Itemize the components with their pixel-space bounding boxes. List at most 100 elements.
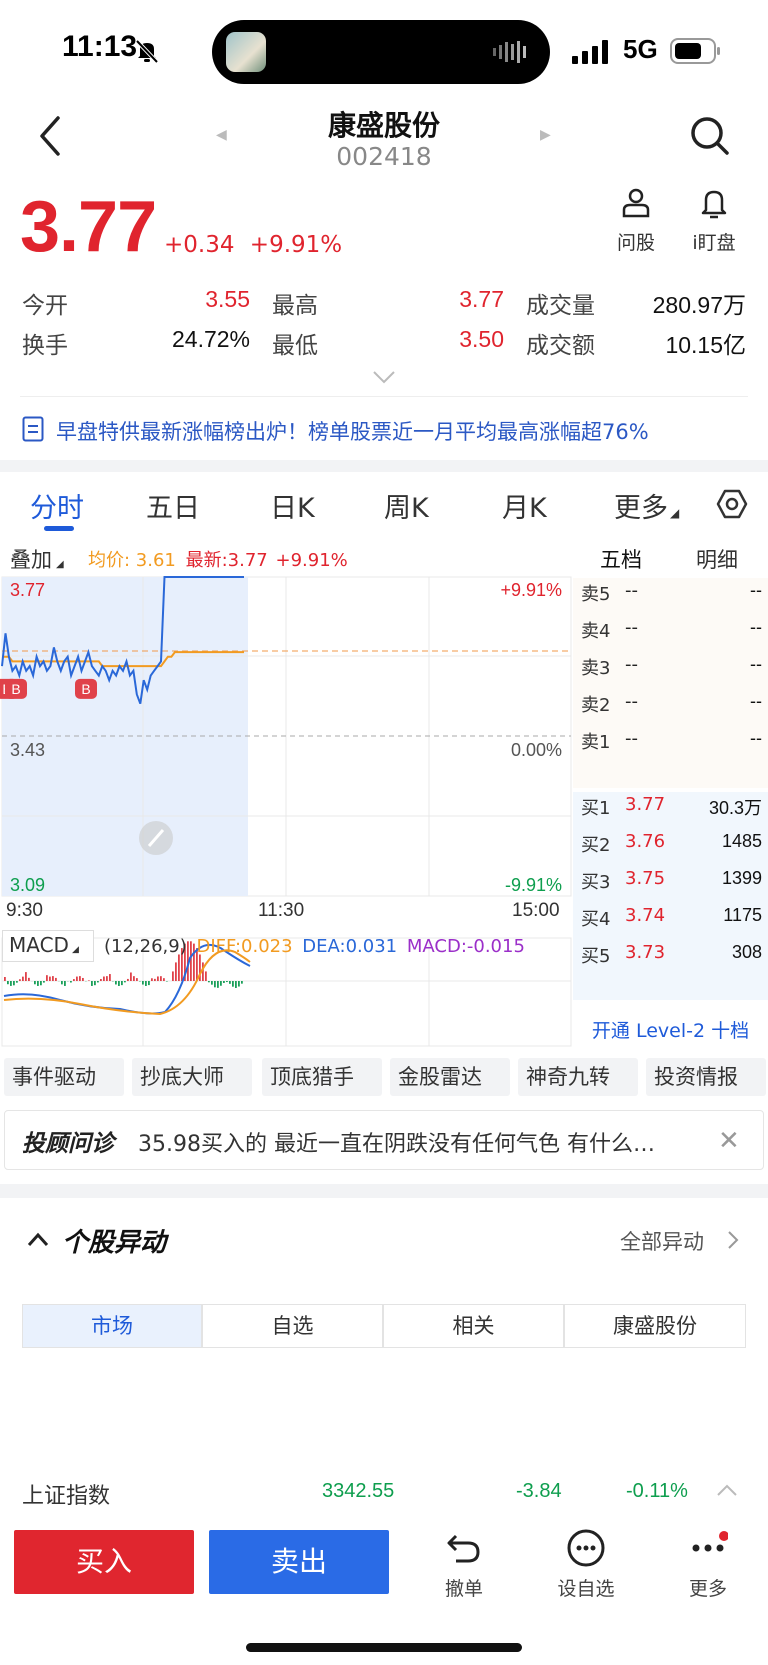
section-divider: [0, 1184, 768, 1198]
macd-bar: [97, 981, 99, 983]
close-icon[interactable]: ✕: [718, 1126, 740, 1156]
ask-price: --: [625, 728, 638, 749]
bid-level-label: 买1: [581, 798, 611, 819]
ask-row[interactable]: 卖3 -- --: [573, 654, 768, 690]
segment-watchlist[interactable]: 自选: [202, 1304, 383, 1348]
bid-volume: 1175: [723, 905, 762, 925]
intraday-chart[interactable]: BBB: [0, 576, 572, 1048]
bid-price: 3.75: [625, 868, 666, 889]
macd-dropdown[interactable]: MACD ◢: [2, 930, 94, 962]
news-banner[interactable]: 早盘特供最新涨幅榜出炉！榜单股票近一月平均最高涨幅超76%: [56, 416, 649, 446]
index-name[interactable]: 上证指数: [22, 1478, 110, 1510]
macd-bar: [148, 981, 150, 986]
strategy-magic-nine[interactable]: 神奇九转: [518, 1058, 638, 1096]
tab-intraday[interactable]: 分时: [30, 486, 84, 525]
tab-five-day[interactable]: 五日: [146, 486, 200, 525]
open-value: 3.55: [205, 286, 250, 312]
macd-bar: [235, 981, 237, 988]
chevron-up-icon[interactable]: [26, 1228, 50, 1252]
tab-more[interactable]: 更多 ◢: [614, 486, 679, 525]
tab-weekly-k[interactable]: 周K: [384, 486, 429, 525]
ask-price: --: [625, 654, 638, 675]
macd-bar: [154, 978, 156, 981]
macd-bar: [13, 981, 15, 986]
segment-stock[interactable]: 康盛股份: [564, 1304, 746, 1348]
macd-value: MACD:-0.015: [406, 936, 525, 957]
turnover-label: 换手: [22, 333, 68, 359]
tab-trade-detail[interactable]: 明细: [696, 544, 738, 574]
next-stock-icon[interactable]: ▶: [540, 127, 551, 143]
segment-market[interactable]: 市场: [22, 1304, 202, 1348]
chart-legend: 均价: 3.61 最新:3.77 +9.91%: [88, 546, 348, 572]
ask-row[interactable]: 卖1 -- --: [573, 728, 768, 764]
macd-bar: [142, 981, 144, 985]
bid-row[interactable]: 买3 3.75 1399: [573, 868, 768, 904]
chevron-up-icon[interactable]: [716, 1482, 738, 1498]
macd-bar: [46, 975, 48, 981]
pct-label-mid: 0.00%: [510, 740, 562, 760]
macd-bar: [175, 962, 177, 981]
tab-monthly-k[interactable]: 月K: [502, 486, 547, 525]
document-icon: [22, 416, 44, 442]
bid-price: 3.76: [625, 831, 666, 852]
macd-bar: [127, 978, 129, 981]
level2-upgrade-link[interactable]: 开通 Level-2 十档: [573, 1016, 768, 1043]
tab-daily-k[interactable]: 日K: [270, 486, 315, 525]
network-type: 5G: [623, 34, 658, 64]
x-label-close: 15:00: [512, 900, 560, 921]
ask-row[interactable]: 卖2 -- --: [573, 691, 768, 727]
x-label-open: 9:30: [6, 900, 43, 921]
strategy-bottom-master[interactable]: 抄底大师: [132, 1058, 252, 1096]
waveform-icon: [493, 41, 526, 63]
ask-row[interactable]: 卖4 -- --: [573, 617, 768, 653]
sell-button[interactable]: 卖出: [209, 1530, 389, 1594]
ask-price: --: [625, 580, 638, 601]
search-icon[interactable]: [690, 116, 730, 156]
more-button[interactable]: 更多: [668, 1528, 748, 1601]
ask-stock-button[interactable]: 问股: [596, 186, 676, 255]
y-label-mid: 3.43: [10, 740, 46, 760]
bid-row[interactable]: 买1 3.77 30.3万: [573, 794, 768, 830]
macd-bar: [163, 978, 165, 981]
bid-row[interactable]: 买2 3.76 1485: [573, 831, 768, 867]
ask-price: --: [625, 617, 638, 638]
settings-icon[interactable]: [716, 488, 748, 520]
macd-bar: [211, 981, 213, 985]
macd-bar: [241, 981, 243, 984]
tab-more-label: 更多: [614, 493, 668, 524]
macd-bar: [160, 976, 162, 981]
add-watchlist-button[interactable]: 设自选: [546, 1528, 626, 1601]
overlay-dropdown[interactable]: 叠加 ◢: [10, 544, 64, 574]
ask-volume: --: [750, 654, 762, 674]
macd-bar: [217, 981, 219, 988]
watch-button[interactable]: i盯盘: [674, 186, 754, 255]
change-percent: +9.91%: [249, 232, 343, 258]
macd-bar: [232, 981, 234, 987]
bid-level-label: 买4: [581, 909, 611, 930]
bid-row[interactable]: 买5 3.73 308: [573, 942, 768, 978]
all-anomalies-link[interactable]: 全部异动: [620, 1226, 704, 1256]
stock-name: 康盛股份: [327, 109, 440, 142]
buy-marker: B: [5, 678, 27, 699]
macd-bar: [178, 954, 180, 981]
macd-bar: [238, 981, 240, 987]
tab-order-book[interactable]: 五档: [600, 544, 642, 574]
strategy-event-driven[interactable]: 事件驱动: [4, 1058, 124, 1096]
chevron-down-icon[interactable]: [372, 370, 396, 384]
ask-row[interactable]: 卖5 -- --: [573, 580, 768, 616]
bid-level-label: 买5: [581, 946, 611, 967]
strategy-investment-intel[interactable]: 投资情报: [646, 1058, 766, 1096]
cancel-order-button[interactable]: 撤单: [424, 1528, 504, 1601]
strategy-gold-radar[interactable]: 金股雷达: [390, 1058, 510, 1096]
macd-bar: [4, 977, 6, 981]
advisor-question[interactable]: 35.98买入的 最近一直在阴跌没有任何气色 有什么…: [138, 1126, 678, 1158]
chevron-right-icon[interactable]: [726, 1230, 740, 1250]
strategy-top-bottom-hunter[interactable]: 顶底猎手: [262, 1058, 382, 1096]
macd-bar: [55, 977, 57, 981]
buy-button[interactable]: 买入: [14, 1530, 194, 1594]
segment-related[interactable]: 相关: [383, 1304, 564, 1348]
macd-bar: [37, 981, 39, 986]
bid-row[interactable]: 买4 3.74 1175: [573, 905, 768, 941]
cancel-order-label: 撤单: [444, 1578, 483, 1600]
section-title: 个股异动: [62, 1228, 167, 1258]
